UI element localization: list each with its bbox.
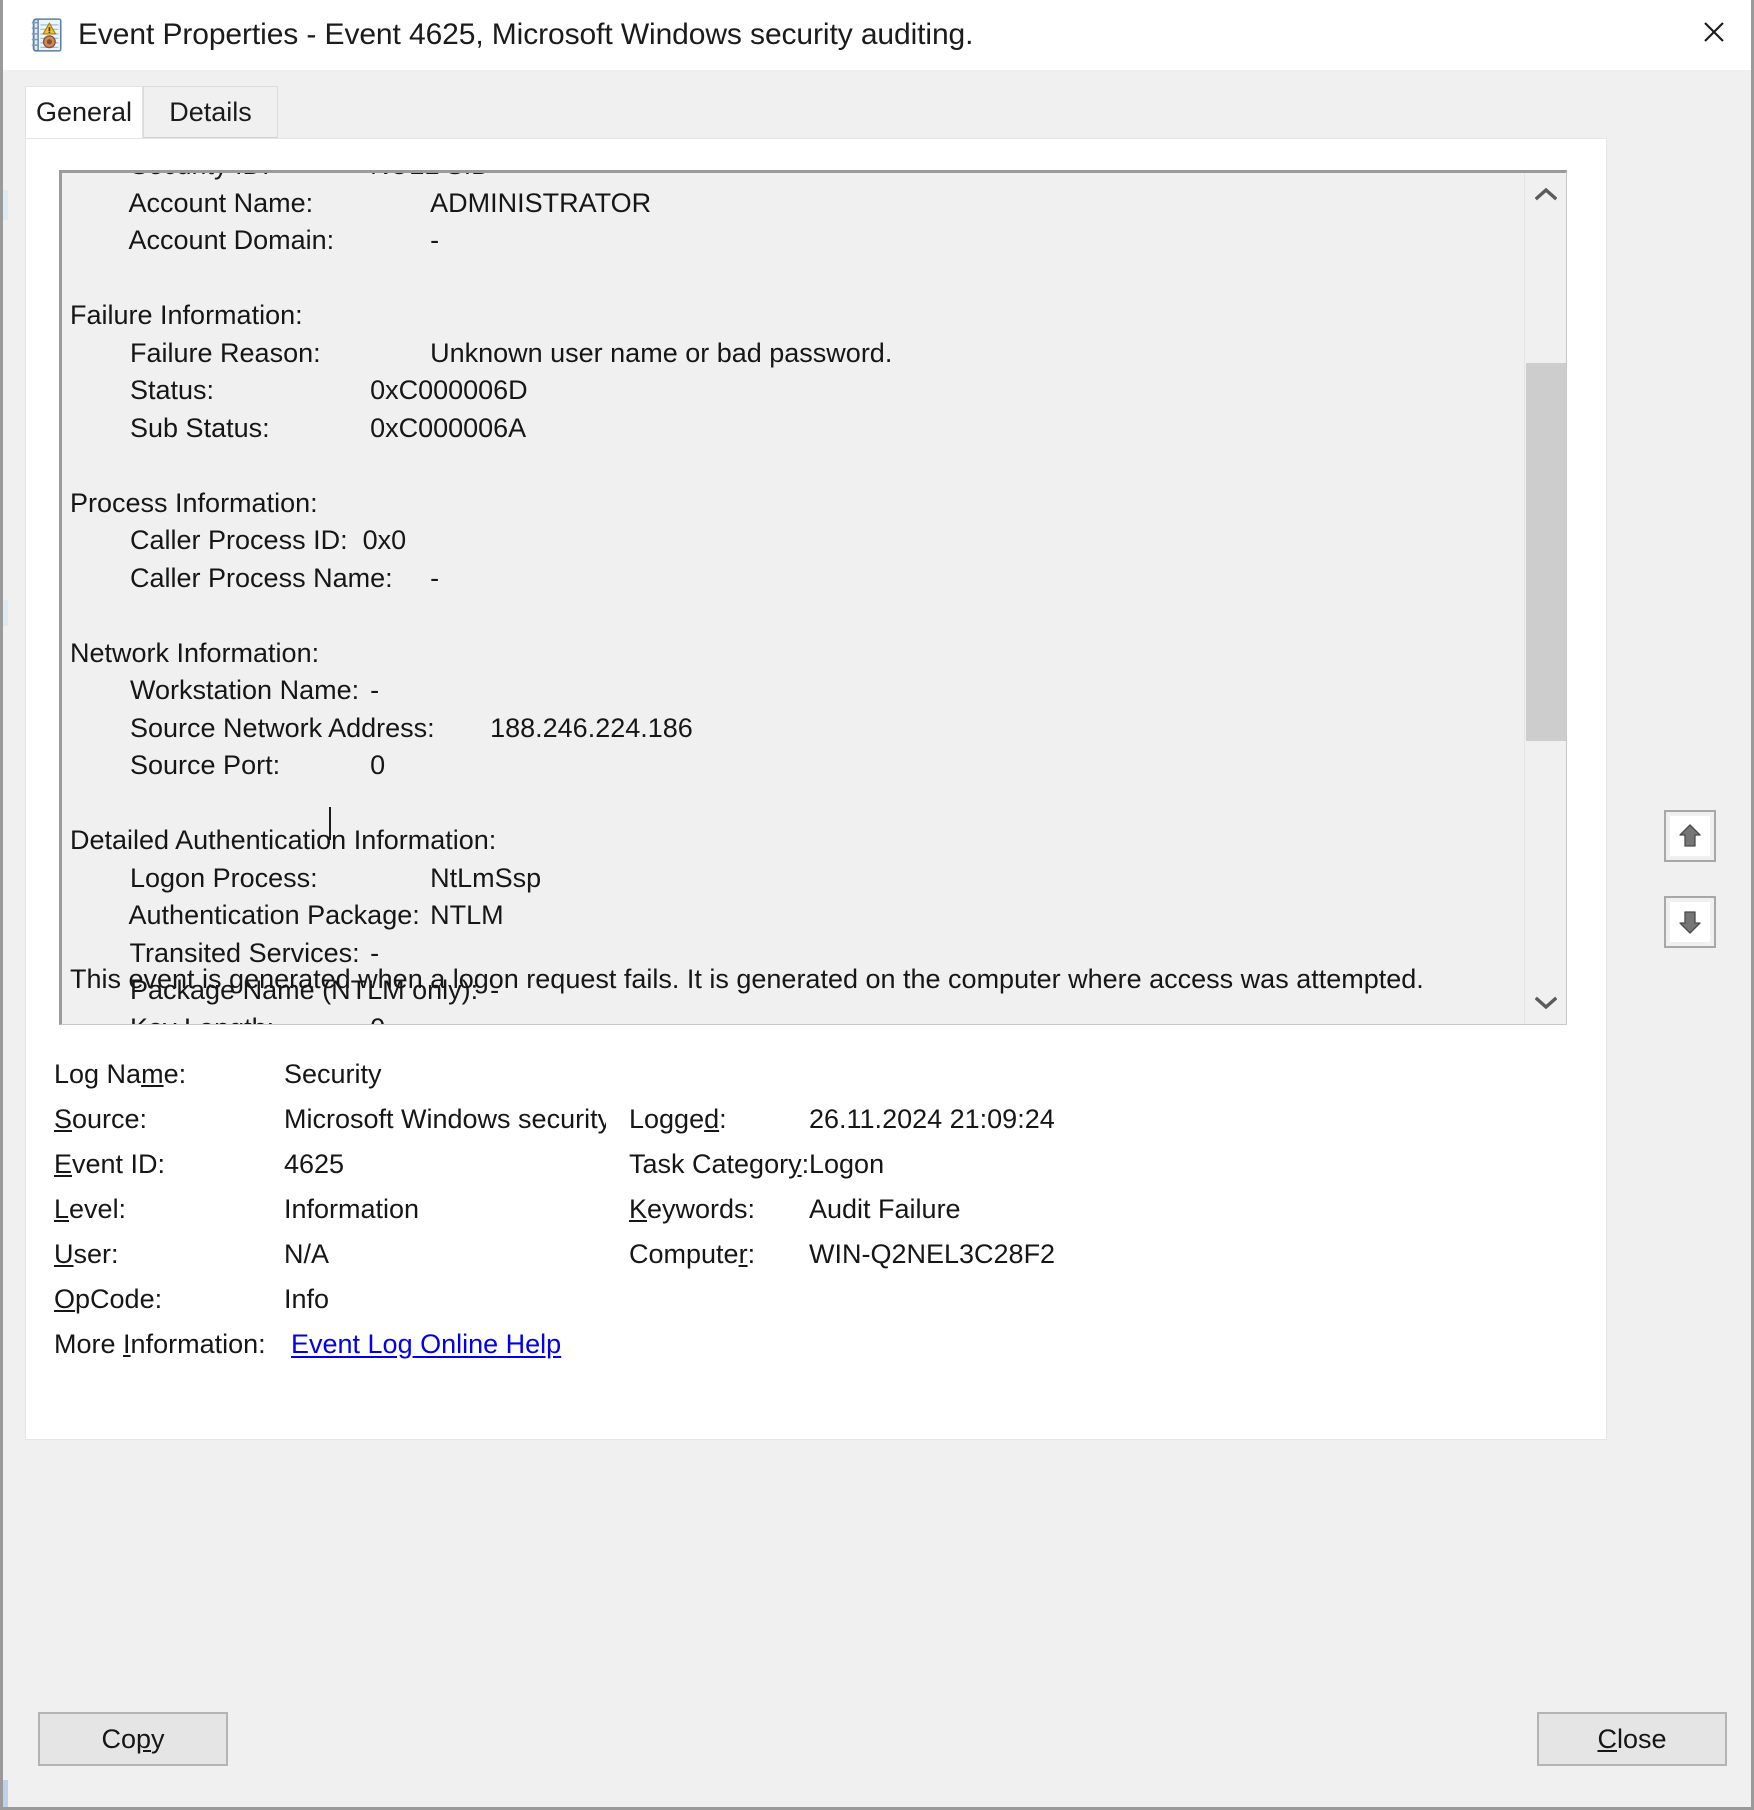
metadata-row-log-name: Log Name: Security (54, 1059, 1554, 1104)
task-category-label: Task Category: (629, 1149, 810, 1179)
computer-value: WIN-Q2NEL3C28F2 (809, 1239, 1056, 1269)
metadata-row-more-information: More Information: Event Log Online Help (54, 1329, 1554, 1374)
opcode-value: Info (284, 1284, 330, 1314)
event-id-value: 4625 (284, 1149, 345, 1179)
event-log-online-help-link[interactable]: Event Log Online Help (291, 1329, 561, 1360)
metadata-row-level: Level: Information Keywords: Audit Failu… (54, 1194, 1554, 1239)
window-title: Event Properties - Event 4625, Microsoft… (78, 18, 974, 51)
keywords-label: Keywords: (629, 1194, 756, 1224)
up-arrow-icon (1670, 816, 1710, 856)
window-edge-sliver (3, 1780, 8, 1807)
chevron-up-icon[interactable] (1525, 173, 1566, 215)
chevron-down-glyph (1535, 996, 1557, 1010)
event-metadata: Log Name: Security Source: Microsoft Win… (54, 1059, 1554, 1374)
description-scrollbar[interactable] (1524, 173, 1566, 1024)
event-id-label: Event ID: (54, 1149, 166, 1179)
level-value: Information (284, 1194, 420, 1224)
close-icon[interactable] (1677, 0, 1751, 64)
metadata-row-opcode: OpCode: Info (54, 1284, 1554, 1329)
opcode-label: OpCode: (54, 1284, 163, 1314)
logged-label: Logged: (629, 1104, 727, 1134)
event-properties-dialog: Event Properties - Event 4625, Microsoft… (0, 0, 1754, 1810)
chevron-up-glyph (1535, 187, 1557, 201)
close-x-glyph (1704, 22, 1724, 42)
copy-button-label: Copy (101, 1723, 165, 1754)
event-description-text: Security ID: NULL SID Account Name: ADMI… (70, 173, 893, 1024)
event-log-icon (31, 18, 62, 52)
up-arrow-glyph (1679, 824, 1701, 847)
keywords-value: Audit Failure (809, 1194, 961, 1224)
title-bar: Event Properties - Event 4625, Microsoft… (3, 0, 1751, 70)
close-button[interactable]: Close (1537, 1712, 1727, 1766)
metadata-row-user: User: N/A Computer: WIN-Q2NEL3C28F2 (54, 1239, 1554, 1284)
next-event-button[interactable] (1664, 896, 1716, 948)
tab-details[interactable]: Details (143, 86, 278, 138)
window-edge-sliver (3, 190, 8, 220)
event-description-box[interactable]: Security ID: NULL SID Account Name: ADMI… (59, 170, 1567, 1025)
tab-general-label: General (35, 97, 133, 127)
chevron-down-icon[interactable] (1525, 982, 1566, 1024)
tab-details-label: Details (169, 96, 252, 127)
tab-strip: General Details (3, 70, 1751, 138)
copy-button[interactable]: Copy (38, 1712, 228, 1766)
user-label: User: (54, 1239, 119, 1269)
metadata-row-source: Source: Microsoft Windows security audit… (54, 1104, 1554, 1149)
tab-general[interactable]: General (25, 86, 143, 138)
metadata-row-event-id: Event ID: 4625 Task Category: Logon (54, 1149, 1554, 1194)
general-tab-panel: Security ID: NULL SID Account Name: ADMI… (25, 138, 1607, 1440)
level-label: Level: (54, 1194, 127, 1224)
source-label: Source: (54, 1104, 148, 1134)
window-edge-sliver (3, 600, 8, 626)
text-caret (329, 807, 331, 840)
down-arrow-glyph (1679, 911, 1701, 934)
scrollbar-thumb[interactable] (1526, 363, 1566, 741)
event-description-paragraph: This event is generated when a logon req… (70, 964, 1424, 994)
user-value: N/A (284, 1239, 330, 1269)
down-arrow-icon (1670, 902, 1710, 942)
computer-label: Computer: (629, 1239, 756, 1269)
more-information-label: More Information: (54, 1329, 266, 1359)
close-button-label: Close (1597, 1723, 1667, 1754)
log-name-label: Log Name: (54, 1059, 187, 1089)
previous-event-button[interactable] (1664, 810, 1716, 862)
logged-value: 26.11.2024 21:09:24 (809, 1104, 1055, 1134)
source-value: Microsoft Windows security auditing. (284, 1104, 606, 1134)
task-category-value: Logon (809, 1149, 885, 1179)
log-name-value: Security (284, 1059, 382, 1089)
